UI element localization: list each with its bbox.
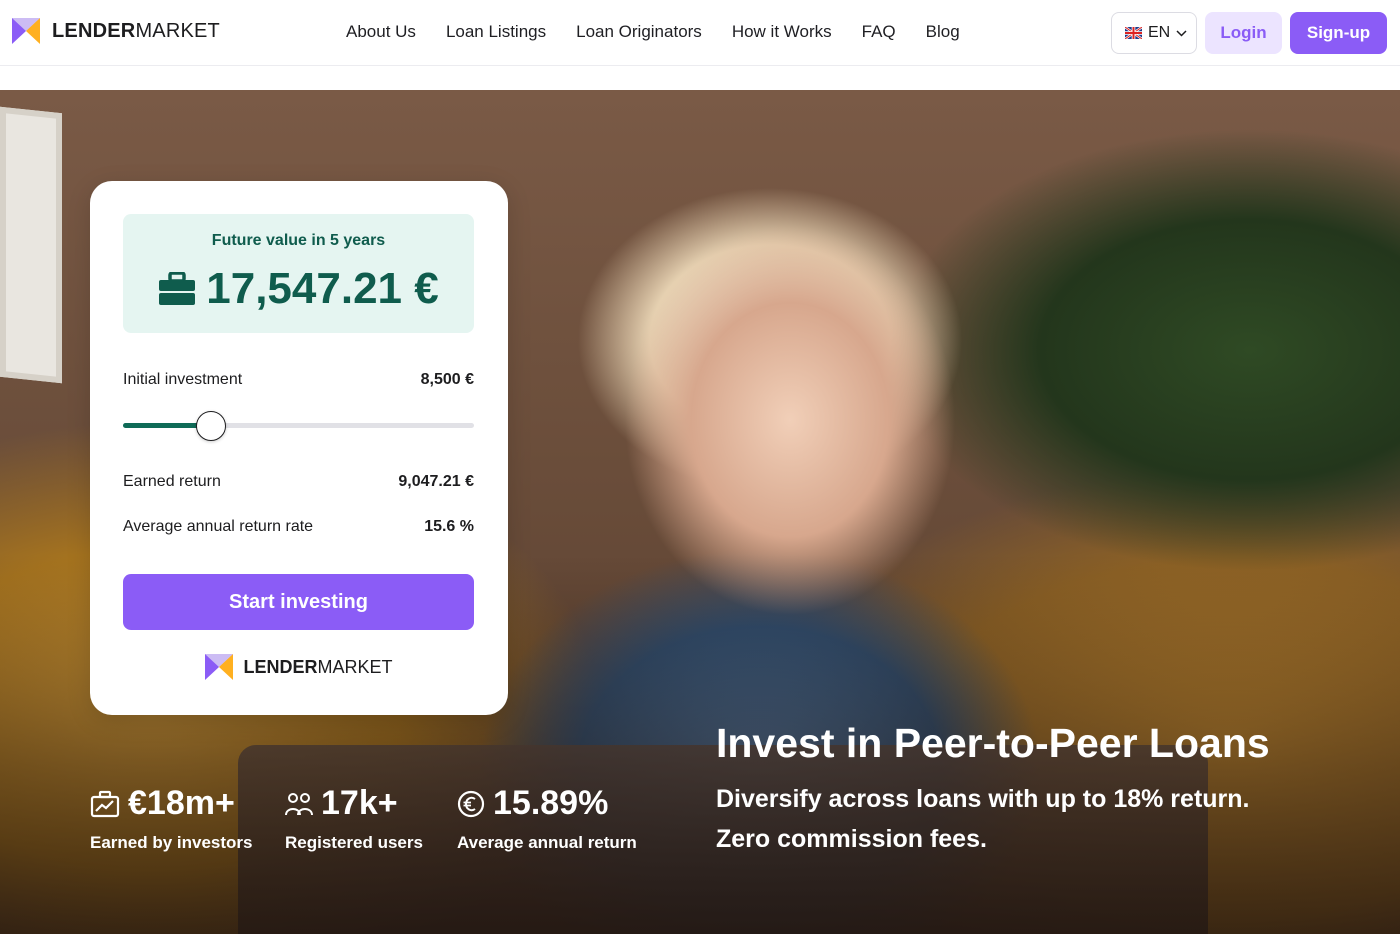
investment-calculator-card: Future value in 5 years 17,547.21 € Init… xyxy=(90,181,508,715)
earned-return-label: Earned return xyxy=(123,473,221,490)
language-selector[interactable]: EN xyxy=(1111,12,1197,54)
nav-faq[interactable]: FAQ xyxy=(862,22,896,42)
future-value-box: Future value in 5 years 17,547.21 € xyxy=(123,214,474,333)
start-investing-button[interactable]: Start investing xyxy=(123,574,474,630)
login-button[interactable]: Login xyxy=(1205,12,1282,54)
lendermarket-logo-icon xyxy=(205,654,234,680)
hero-subline-returns: Diversify across loans with up to 18% re… xyxy=(716,785,1250,813)
hero-subline-fees: Zero commission fees. xyxy=(716,825,987,853)
average-rate-value: 15.6 % xyxy=(424,518,474,535)
nav-loan-originators[interactable]: Loan Originators xyxy=(576,22,702,42)
signup-button[interactable]: Sign-up xyxy=(1290,12,1387,54)
nav-blog[interactable]: Blog xyxy=(926,22,960,42)
site-header: LENDERMARKET About Us Loan Listings Loan… xyxy=(0,0,1400,66)
initial-investment-row: Initial investment 8,500 € xyxy=(123,371,474,389)
nav-about-us[interactable]: About Us xyxy=(346,22,416,42)
slider-thumb[interactable] xyxy=(195,411,226,441)
initial-investment-value: 8,500 € xyxy=(420,371,474,388)
brand-wordmark: LENDERMARKET xyxy=(52,19,220,42)
earned-return-value: 9,047.21 € xyxy=(398,473,474,490)
stat-earned-label: Earned by investors xyxy=(90,833,253,852)
investment-slider[interactable] xyxy=(123,411,474,441)
stat-earned: €18m+ Earned by investors xyxy=(90,784,253,853)
chart-icon xyxy=(90,790,120,817)
card-brand-wordmark: LENDERMARKET xyxy=(243,656,393,677)
main-nav: About Us Loan Listings Loan Originators … xyxy=(346,22,990,42)
future-value: 17,547.21 € xyxy=(123,264,474,314)
brand-logo[interactable]: LENDERMARKET xyxy=(12,18,220,44)
stat-return-label: Average annual return xyxy=(457,833,637,852)
earned-return-row: Earned return 9,047.21 € xyxy=(123,473,474,491)
stat-return: 15.89% Average annual return xyxy=(457,784,637,853)
average-rate-label: Average annual return rate xyxy=(123,518,314,535)
nav-how-it-works[interactable]: How it Works xyxy=(732,22,832,42)
stat-return-value: 15.89% xyxy=(493,784,609,822)
briefcase-icon xyxy=(159,272,196,305)
language-label: EN xyxy=(1148,24,1171,41)
uk-flag-icon xyxy=(1125,27,1142,39)
initial-investment-label: Initial investment xyxy=(123,371,243,388)
stat-earned-value: €18m+ xyxy=(128,784,235,822)
average-rate-row: Average annual return rate 15.6 % xyxy=(123,518,474,536)
future-value-label: Future value in 5 years xyxy=(211,232,386,249)
lendermarket-logo-icon xyxy=(12,18,40,44)
stat-users-label: Registered users xyxy=(285,833,423,852)
euro-coin-icon xyxy=(457,790,485,817)
stat-users: 17k+ Registered users xyxy=(285,784,423,853)
card-brand-logo: LENDERMARKET xyxy=(90,654,508,680)
users-icon xyxy=(285,792,313,815)
chevron-down-icon xyxy=(1176,29,1187,37)
stat-users-value: 17k+ xyxy=(321,784,398,822)
hero-headline: Invest in Peer-to-Peer Loans xyxy=(716,720,1270,766)
nav-loan-listings[interactable]: Loan Listings xyxy=(446,22,546,42)
future-value-amount: 17,547.21 € xyxy=(206,264,439,313)
